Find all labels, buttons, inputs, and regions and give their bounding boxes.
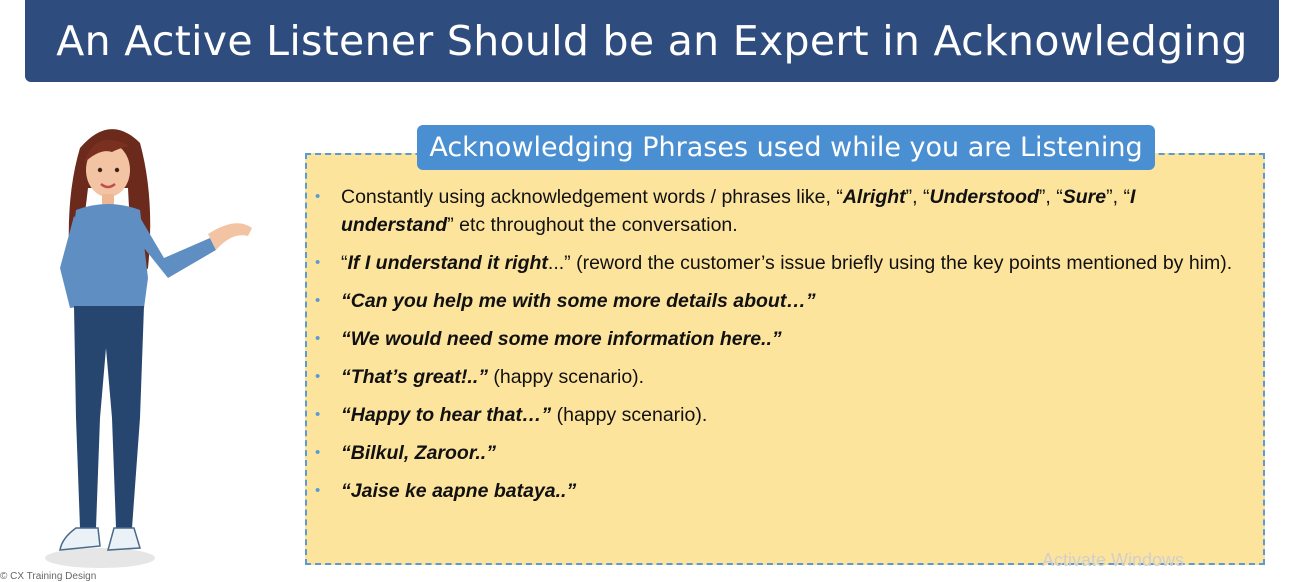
bullet-icon: • bbox=[315, 444, 321, 461]
woman-illustration bbox=[45, 129, 252, 568]
phrase-text: ...” (reword the customer’s issue briefl… bbox=[547, 252, 1233, 274]
phrase-item: • “Bilkul, Zaroor..” bbox=[315, 439, 1245, 467]
phrase-text: (happy scenario). bbox=[488, 366, 645, 388]
phrase-emphasis: “Happy to hear that…” bbox=[341, 404, 552, 426]
title-banner: An Active Listener Should be an Expert i… bbox=[25, 0, 1279, 82]
phrase-item: • “Happy to hear that…” (happy scenario). bbox=[315, 401, 1245, 429]
phrase-item: • “We would need some more information he… bbox=[315, 325, 1245, 353]
jeans bbox=[74, 306, 144, 528]
phrase-item: • “Jaise ke aapne bataya..” bbox=[315, 477, 1245, 505]
phrase-text: ” etc throughout the conversation. bbox=[447, 214, 738, 236]
phrase-emphasis: Understood bbox=[929, 186, 1039, 208]
phrase-text: ”, “ bbox=[1038, 186, 1063, 208]
phrase-item: • Constantly using acknowledgement words … bbox=[315, 183, 1245, 239]
phrase-item: • “If I understand it right...” (reword t… bbox=[315, 249, 1245, 277]
section-header: Acknowledging Phrases used while you are… bbox=[417, 125, 1155, 170]
bullet-icon: • bbox=[315, 254, 321, 271]
phrase-item: • “Can you help me with some more details… bbox=[315, 287, 1245, 315]
eye-right bbox=[114, 167, 120, 173]
bullet-icon: • bbox=[315, 330, 321, 347]
phrase-emphasis: If I understand it right bbox=[347, 252, 548, 274]
phrase-emphasis: “Can you help me with some more details … bbox=[341, 290, 816, 312]
phrase-text: Constantly using acknowledgement words /… bbox=[341, 186, 843, 208]
phrase-text: (happy scenario). bbox=[551, 404, 708, 426]
shadow bbox=[45, 548, 155, 568]
phrase-item: • “That’s great!..” (happy scenario). bbox=[315, 363, 1245, 391]
phrase-emphasis: Sure bbox=[1062, 186, 1107, 208]
phrase-emphasis: “Jaise ke aapne bataya..” bbox=[341, 480, 577, 502]
bullet-icon: • bbox=[315, 482, 321, 499]
phrase-emphasis: “Bilkul, Zaroor..” bbox=[341, 442, 496, 464]
phrases-list: • Constantly using acknowledgement words … bbox=[315, 183, 1245, 505]
phrase-text: ”, “ bbox=[1106, 186, 1130, 208]
phrase-emphasis: Alright bbox=[842, 186, 906, 208]
bullet-icon: • bbox=[315, 188, 321, 205]
eye-left bbox=[97, 167, 103, 173]
bullet-icon: • bbox=[315, 368, 321, 385]
shoe-right bbox=[107, 527, 141, 551]
phrase-emphasis: “We would need some more information her… bbox=[341, 328, 782, 350]
shoe-left bbox=[59, 527, 101, 551]
phrase-text: ”, “ bbox=[905, 186, 930, 208]
copyright-text: © CX Training Design bbox=[0, 571, 97, 582]
bullet-icon: • bbox=[315, 406, 321, 423]
slide-title: An Active Listener Should be an Expert i… bbox=[56, 17, 1248, 65]
hand bbox=[208, 223, 252, 250]
phrase-emphasis: “That’s great!..” bbox=[341, 366, 489, 388]
bullet-icon: • bbox=[315, 292, 321, 309]
watermark: Activate Windows bbox=[1042, 550, 1185, 570]
